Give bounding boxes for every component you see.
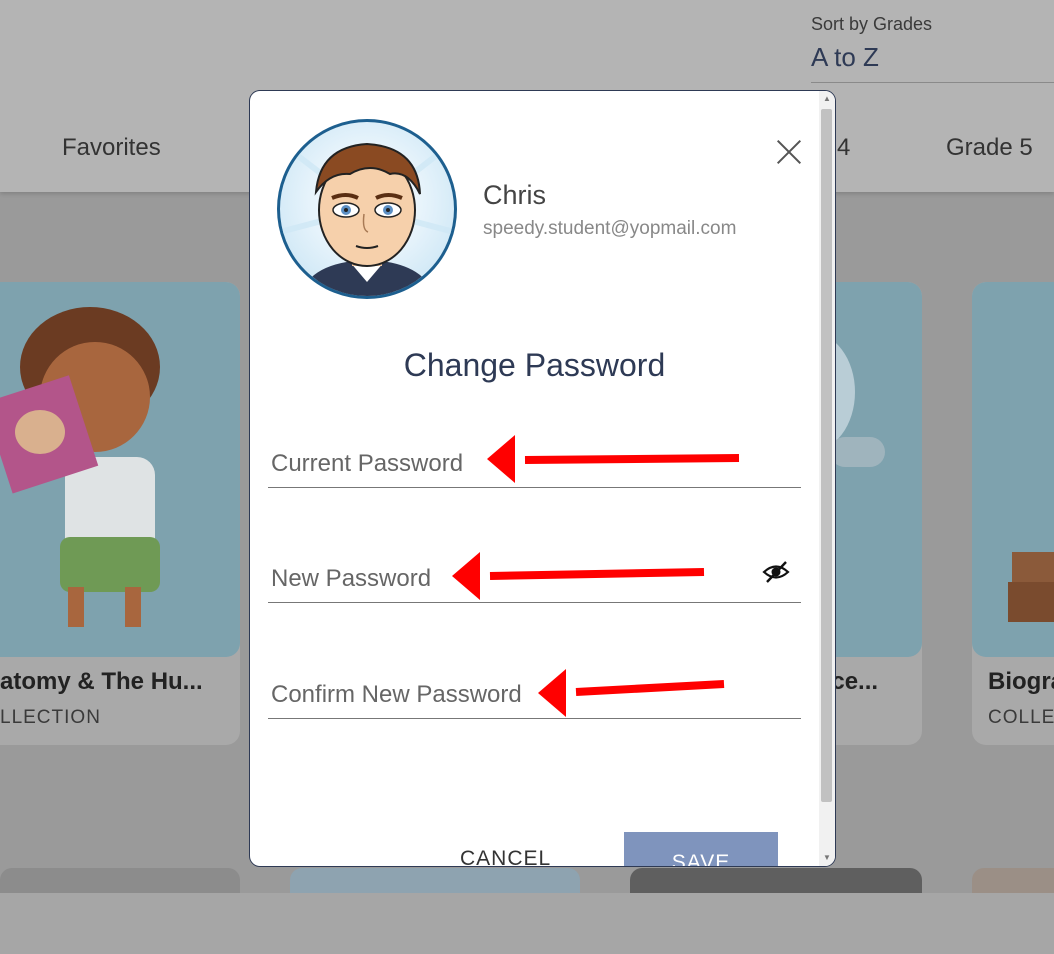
avatar [277, 119, 457, 299]
tab-grade-5[interactable]: Grade 5 [946, 134, 1033, 162]
collection-card-anatomy[interactable]: atomy & The Hu... LLECTION [0, 282, 240, 745]
cancel-button[interactable]: CANCEL [460, 847, 551, 866]
card-subtitle: LLECTION [0, 707, 101, 728]
modal-scrollbar[interactable]: ▲ ▼ [819, 91, 835, 866]
card-illustration [0, 282, 240, 657]
tab-favorites[interactable]: Favorites [62, 134, 161, 162]
annotation-arrow [487, 435, 740, 483]
card-title: Biogra [988, 668, 1054, 695]
eye-slash-icon[interactable] [761, 557, 791, 587]
collection-card-biographies[interactable]: Biogra COLLEC [972, 282, 1054, 745]
scroll-thumb[interactable] [821, 109, 832, 802]
save-button[interactable]: SAVE [624, 832, 778, 866]
card-title: atomy & The Hu... [0, 668, 203, 695]
child-illustration [0, 307, 160, 627]
sort-label: Sort by Grades [811, 14, 933, 34]
user-name: Chris [483, 180, 547, 210]
card-subtitle: COLLEC [988, 707, 1054, 728]
books-illustration [1008, 552, 1054, 622]
card-illustration [972, 282, 1054, 657]
close-icon[interactable] [776, 139, 802, 165]
scroll-up-arrow-icon[interactable]: ▲ [823, 95, 831, 103]
user-email: speedy.student@yopmail.com [483, 218, 737, 239]
change-password-dialog: Chris speedy.student@yopmail.com Change … [249, 90, 836, 867]
dialog-title: Change Password [403, 347, 666, 383]
sort-select[interactable]: A to Z [811, 42, 879, 73]
annotation-arrow [452, 552, 705, 600]
bitmoji-avatar-icon [280, 139, 454, 296]
scroll-down-arrow-icon[interactable]: ▼ [823, 854, 831, 862]
annotation-arrow [538, 669, 725, 717]
footer-bar [0, 893, 1054, 954]
sort-underline [811, 82, 1054, 83]
